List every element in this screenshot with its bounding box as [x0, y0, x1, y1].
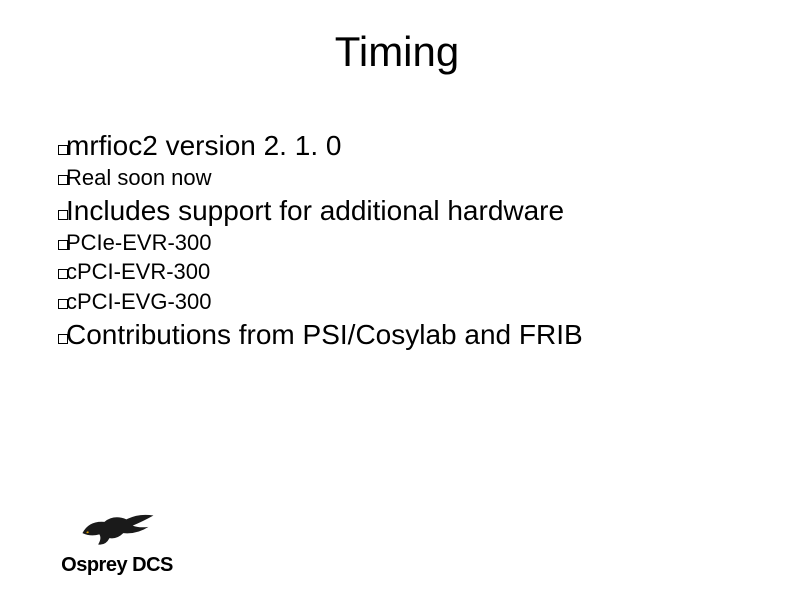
logo-text: Osprey DCS	[32, 554, 202, 577]
slide: Timing mrfioc2 version 2. 1. 0 Real soon…	[0, 0, 794, 595]
bullet-line: Includes support for additional hardware	[58, 193, 738, 228]
bullet-text: Contributions from PSI/Cosylab and FRIB	[66, 319, 583, 350]
slide-title: Timing	[0, 0, 794, 76]
slide-content: mrfioc2 version 2. 1. 0 Real soon now In…	[58, 128, 738, 352]
bullet-line: Real soon now	[58, 163, 738, 193]
logo: Osprey DCS	[32, 508, 202, 577]
bullet-text: mrfioc2 version 2. 1. 0	[66, 130, 341, 161]
bullet-text: Includes support for additional hardware	[66, 195, 564, 226]
bullet-line: mrfioc2 version 2. 1. 0	[58, 128, 738, 163]
eagle-icon	[78, 508, 156, 552]
bullet-text: Real soon now	[66, 165, 212, 190]
bullet-text: cPCI-EVR-300	[66, 259, 210, 284]
bullet-line: cPCI-EVR-300	[58, 257, 738, 287]
bullet-text: PCIe-EVR-300	[66, 230, 212, 255]
bullet-text: cPCI-EVG-300	[66, 289, 212, 314]
bullet-line: PCIe-EVR-300	[58, 228, 738, 258]
bullet-line: cPCI-EVG-300	[58, 287, 738, 317]
bullet-line: Contributions from PSI/Cosylab and FRIB	[58, 317, 738, 352]
